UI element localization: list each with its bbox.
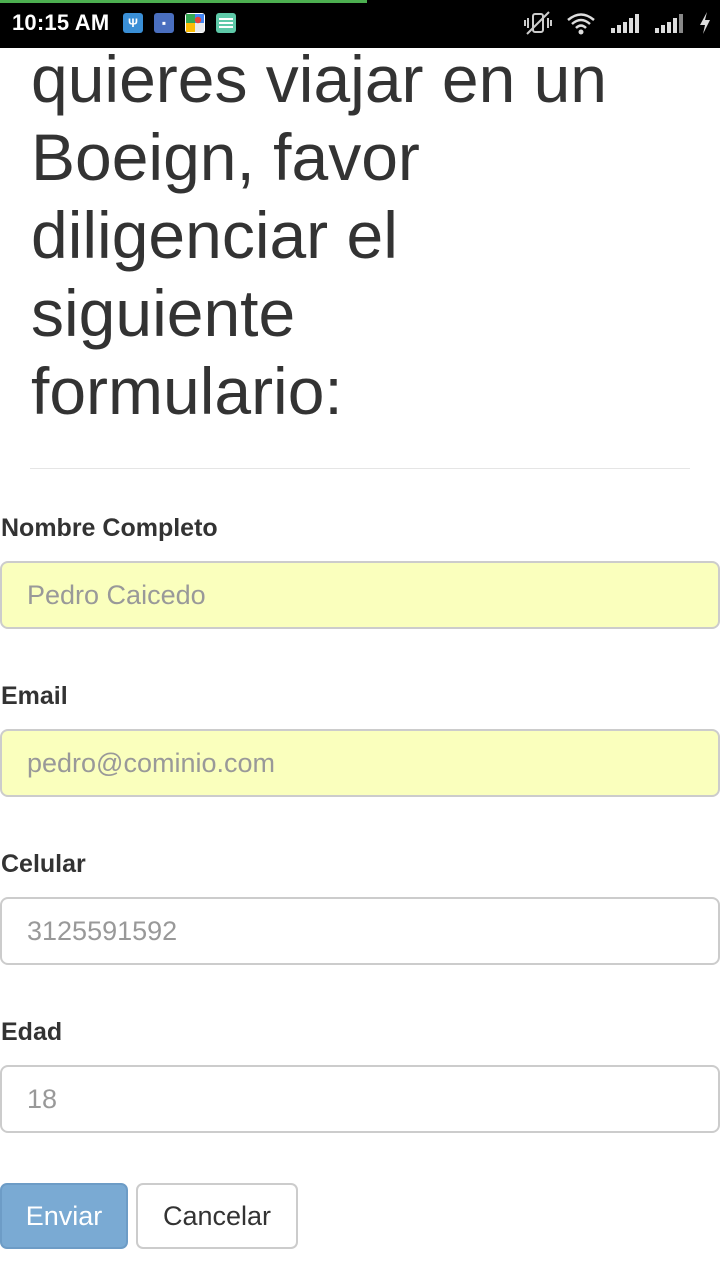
note-app-icon: ▪ <box>154 13 174 33</box>
label-email: Email <box>1 682 68 710</box>
celular-input[interactable] <box>0 897 720 965</box>
email-input[interactable] <box>0 729 720 797</box>
charging-icon <box>698 11 712 35</box>
vibrate-off-icon <box>524 10 552 36</box>
nombre-completo-input[interactable] <box>0 561 720 629</box>
page-heading: quieres viajar en un Boeign, favor dilig… <box>31 42 608 428</box>
usb-debug-icon: Ψ <box>123 13 143 33</box>
notification-icons: Ψ ▪ <box>123 13 236 33</box>
signal-icon <box>610 12 640 34</box>
divider <box>30 468 690 469</box>
signal-2-icon <box>654 12 684 34</box>
status-time: 10:15 AM <box>12 10 110 35</box>
label-celular: Celular <box>1 850 86 878</box>
label-nombre-completo: Nombre Completo <box>1 514 218 542</box>
cancelar-button[interactable]: Cancelar <box>136 1183 298 1249</box>
maps-icon <box>185 13 205 33</box>
edad-input[interactable] <box>0 1065 720 1133</box>
wifi-icon <box>566 11 596 35</box>
system-icons <box>524 10 712 36</box>
keyboard-icon <box>216 13 236 33</box>
enviar-button[interactable]: Enviar <box>0 1183 128 1249</box>
label-edad: Edad <box>1 1018 63 1046</box>
page-load-progress <box>0 0 368 3</box>
